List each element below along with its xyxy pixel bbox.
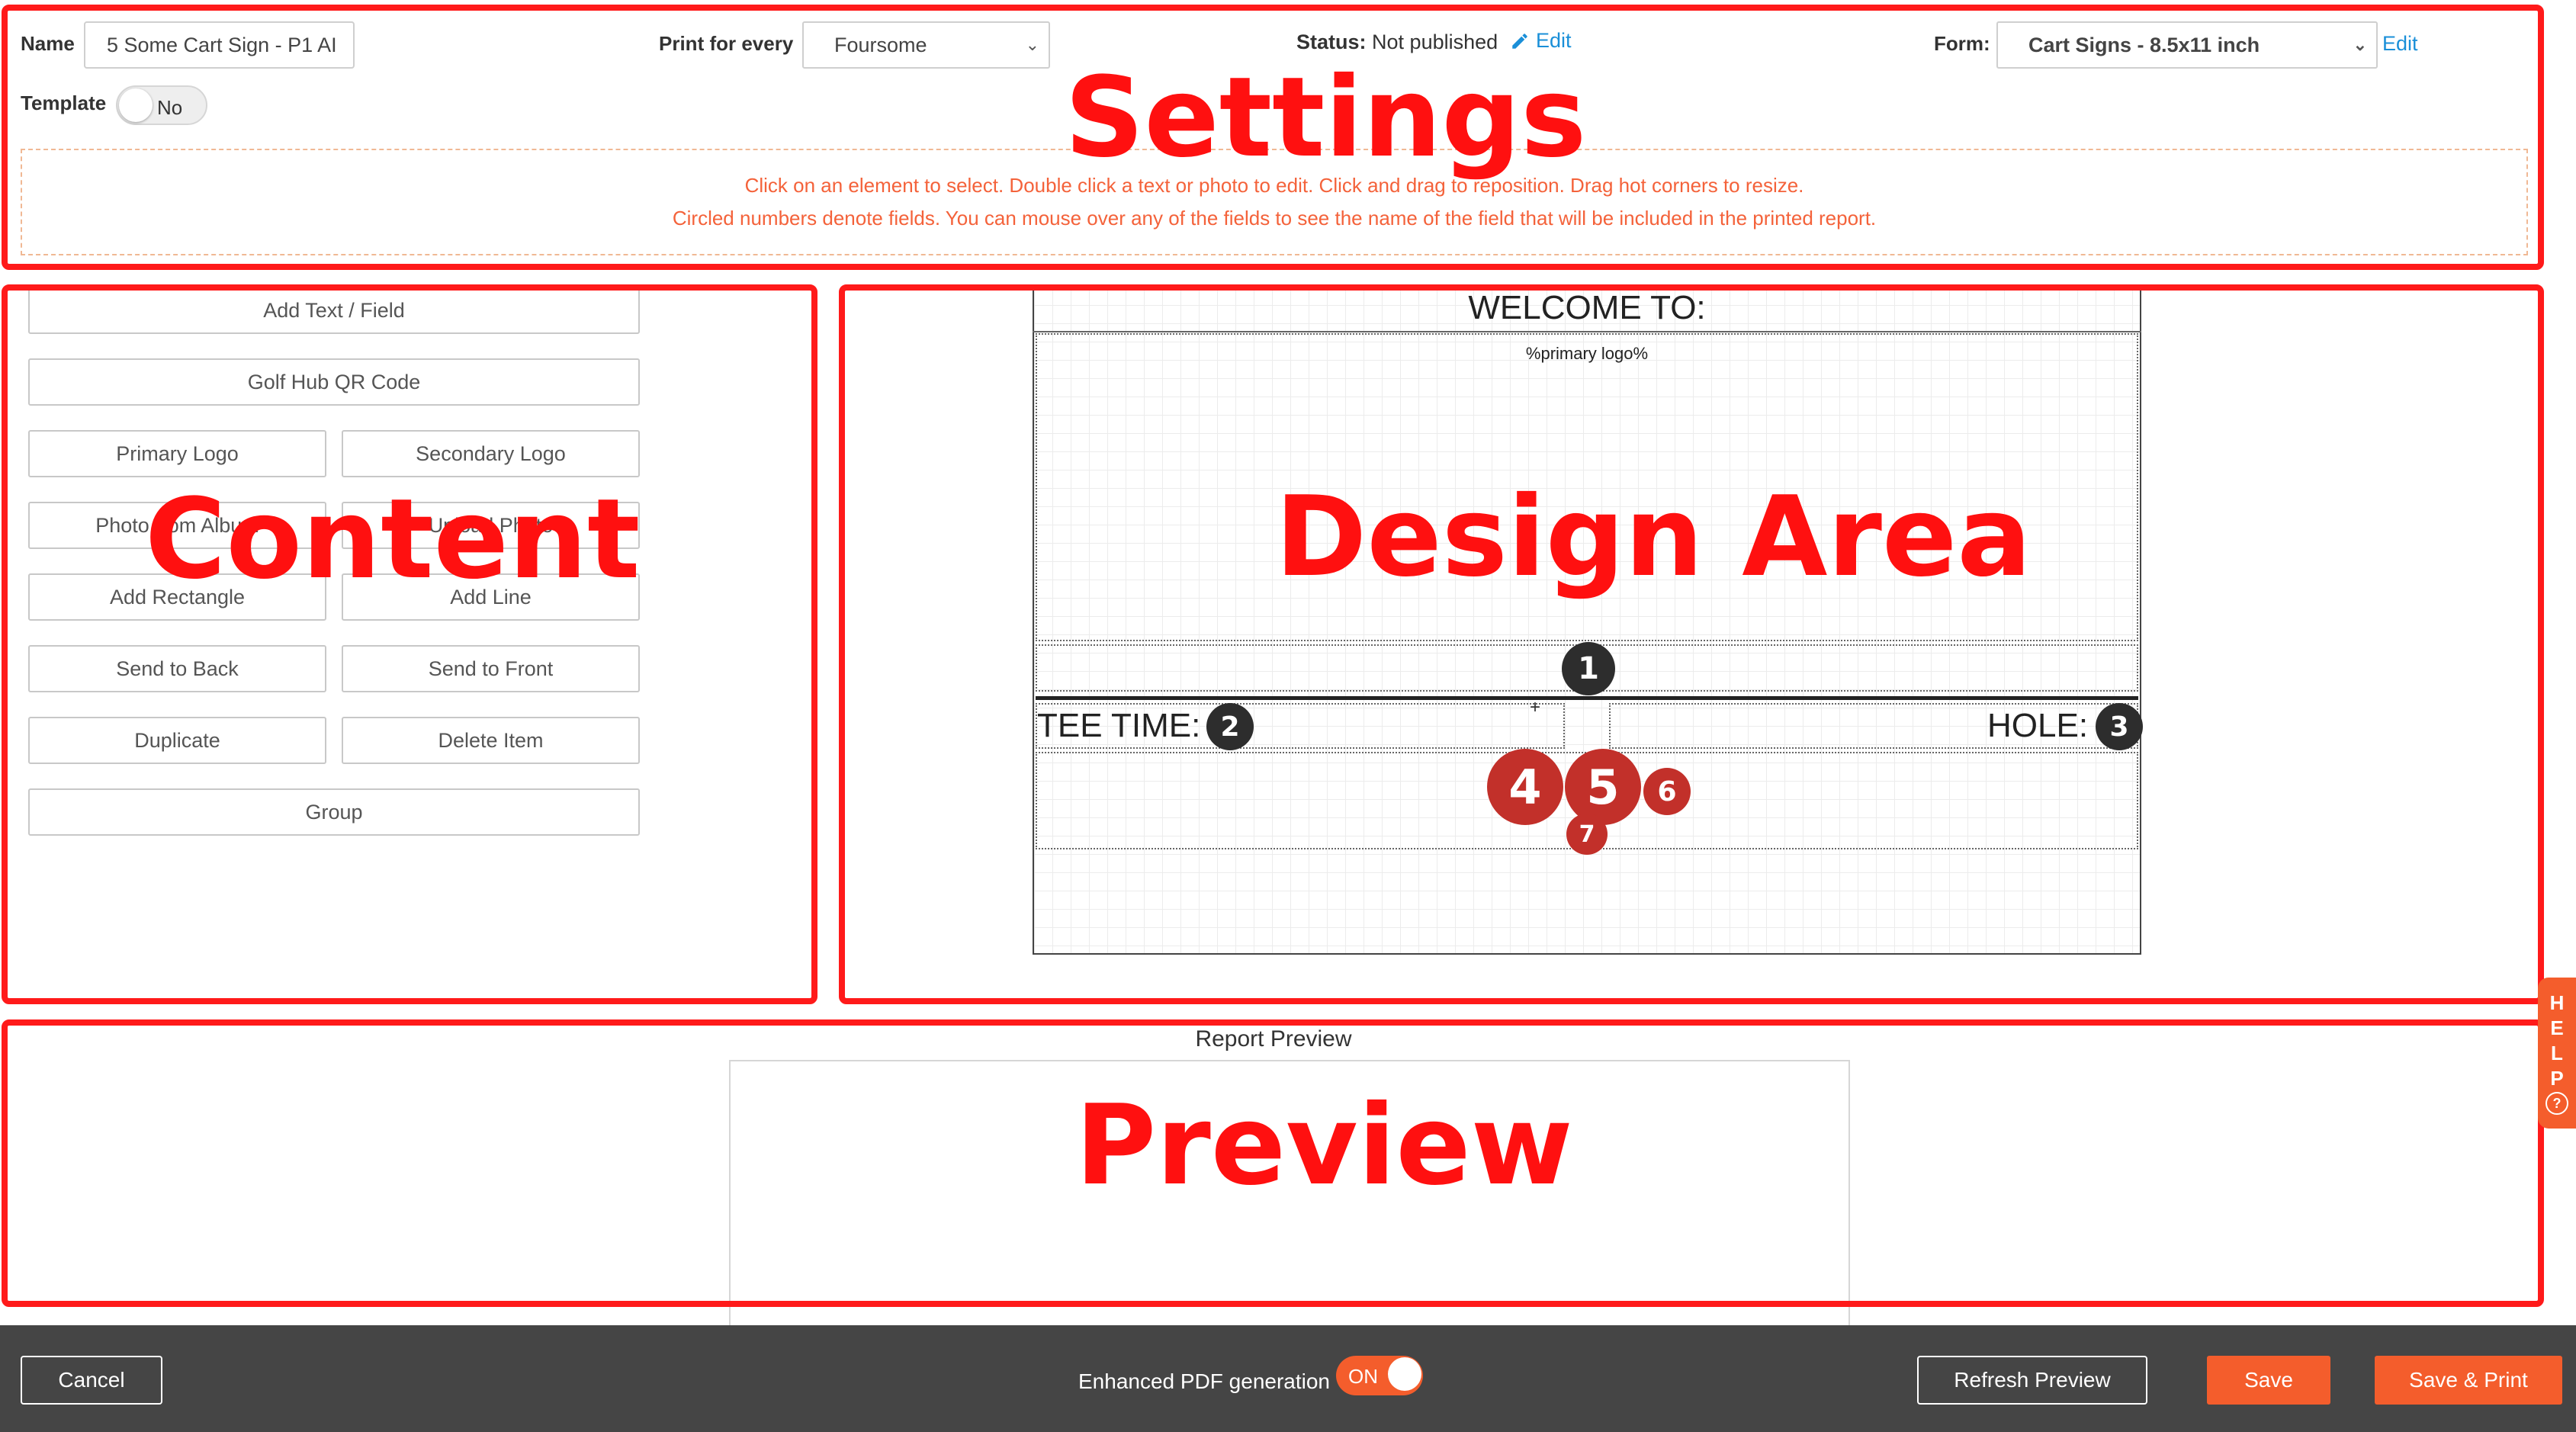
help-letter-l: L [2551,1042,2563,1064]
help-letter-h: H [2549,991,2565,1014]
enhanced-pdf-toggle-label: ON [1348,1365,1378,1388]
refresh-preview-button[interactable]: Refresh Preview [1917,1356,2147,1405]
help-tab[interactable]: H E L P ? [2538,978,2576,1129]
content-annotation-box [2,284,817,1004]
toggle-knob [1388,1357,1421,1391]
save-button[interactable]: Save [2207,1356,2330,1405]
save-and-print-button[interactable]: Save & Print [2375,1356,2562,1405]
cancel-button[interactable]: Cancel [21,1356,162,1405]
enhanced-pdf-label: Enhanced PDF generation [1078,1369,1330,1393]
content-annotation-label: Content [145,475,641,604]
help-letter-e: E [2550,1016,2564,1039]
help-letter-p: P [2550,1067,2564,1090]
settings-annotation-label: Settings [1065,53,1587,182]
question-circle-icon: ? [2545,1092,2568,1115]
design-area-annotation-box [839,284,2544,1004]
design-area-annotation-label: Design Area [1275,473,2032,602]
preview-annotation-label: Preview [1075,1081,1573,1210]
enhanced-pdf-toggle[interactable]: ON [1336,1356,1423,1395]
